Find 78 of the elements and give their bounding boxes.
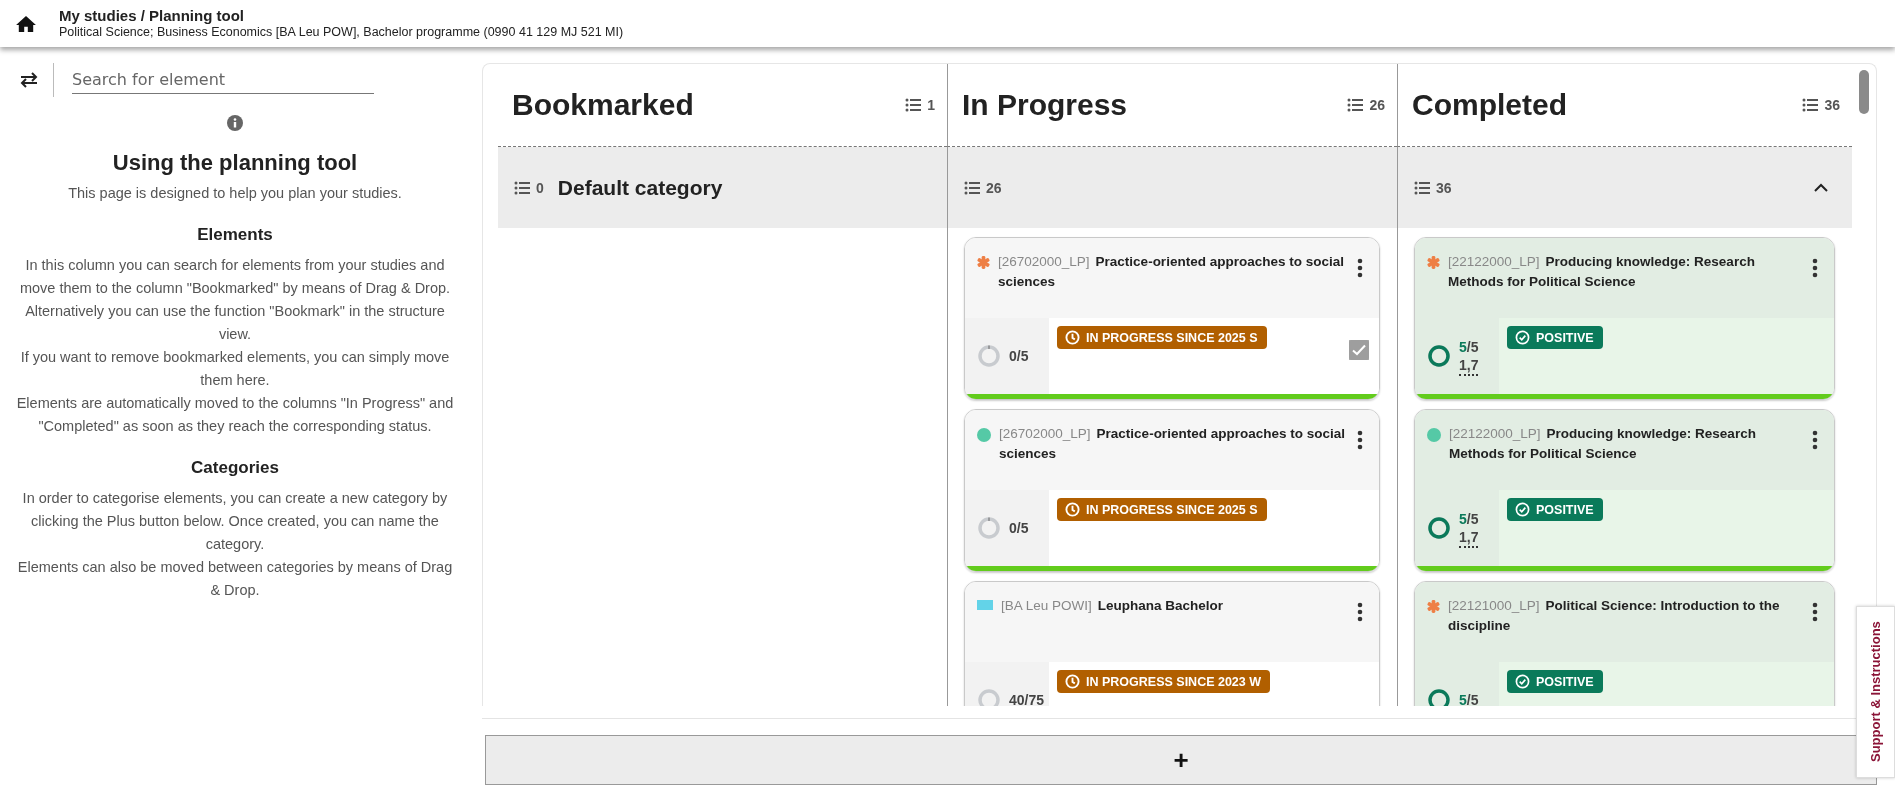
- swap-icon[interactable]: [20, 72, 38, 88]
- credits: 0/5: [1009, 520, 1029, 536]
- item-count: 0: [536, 179, 544, 196]
- section-heading: Elements: [197, 224, 273, 246]
- module-title: [26702000_LP] Practice-oriented approaches to social sciences: [999, 425, 1346, 463]
- column-title: Bookmarked: [512, 88, 694, 122]
- check-circle-icon: [1515, 502, 1530, 517]
- credits: 5/5: [1459, 338, 1479, 355]
- status-badge: IN PROGRESS SINCE 2023 W: [1057, 670, 1271, 693]
- status-badge: POSITIVE: [1507, 498, 1603, 521]
- progress-ring: [977, 344, 1001, 368]
- page-subtitle: Political Science; Business Economics [BA Leu POW], Bachelor programme (0990 41 129 MJ 521 MI): [59, 24, 624, 40]
- help-heading: Using the planning tool: [112, 151, 358, 174]
- dot-icon: [977, 428, 991, 442]
- credits: 40/75: [1009, 692, 1045, 706]
- clock-icon: [1065, 674, 1080, 689]
- module-title: [22122000_LP] Producing knowledge: Research Methods for Political Science: [1448, 253, 1756, 291]
- module-title: [26702000_LP] Practice-oriented approaches to social sciences: [998, 253, 1345, 291]
- dot-icon: [1427, 428, 1441, 442]
- list-icon: [514, 180, 530, 195]
- asterisk-icon: [1427, 256, 1440, 269]
- chevron-up-icon[interactable]: [1814, 183, 1828, 192]
- help-text: Elements are automatically moved to the columns "In Progress" and "Completed" as soon as they reach the corresponding status.: [15, 394, 455, 436]
- section-heading: Categories: [191, 457, 279, 479]
- progress-ring: [1427, 688, 1451, 706]
- more-icon[interactable]: [1357, 258, 1363, 278]
- item-count: 1: [927, 97, 935, 113]
- item-count: 26: [1369, 97, 1385, 113]
- more-icon[interactable]: [1812, 258, 1818, 278]
- help-text: Elements can also be moved between categories by means of Drag & Drop.: [16, 558, 454, 600]
- list-icon: [1347, 98, 1364, 112]
- status-badge: IN PROGRESS SINCE 2025 S: [1057, 498, 1267, 521]
- help-text: In this column you can search for elements from your studies and move them to the column "Bookmarked" by means of Drag & Drop. Alternatively you can use the function "Bookmark" in the structure view.: [18, 256, 452, 344]
- credits: 5/5: [1459, 510, 1479, 527]
- home-icon[interactable]: [15, 14, 37, 33]
- help-text: This page is designed to help you plan your studies.: [68, 184, 402, 203]
- status-badge: POSITIVE: [1507, 326, 1603, 349]
- item-count: 36: [1824, 97, 1840, 113]
- scrollbar-thumb[interactable]: [1859, 70, 1869, 114]
- module-title: [BA Leu POWI] Leuphana Bachelor: [1001, 597, 1225, 615]
- flag-icon: [977, 600, 993, 610]
- progress-ring: [1427, 516, 1451, 540]
- item-count: 36: [1436, 179, 1452, 196]
- more-icon[interactable]: [1812, 602, 1818, 622]
- support-tab[interactable]: Support & Instructions: [1856, 606, 1895, 778]
- more-icon[interactable]: [1812, 430, 1818, 450]
- credits: 0/5: [1009, 348, 1029, 364]
- item-count: 26: [986, 179, 1002, 196]
- grade: 1,7: [1459, 528, 1479, 548]
- module-title: [22121000_LP] Political Science: Introduction to the discipline: [1448, 597, 1781, 635]
- more-icon[interactable]: [1357, 602, 1363, 622]
- info-icon: [227, 115, 243, 131]
- check-circle-icon: [1515, 330, 1530, 345]
- help-text: If you want to remove bookmarked elements, you can simply move them here.: [19, 348, 451, 390]
- help-text: In order to categorise elements, you can create a new category by clicking the Plus button below. Once created, you can name the category.: [21, 489, 449, 554]
- grade: 1,7: [1459, 356, 1479, 376]
- progress-ring: [1427, 344, 1451, 368]
- page-title: My studies / Planning tool: [59, 7, 245, 24]
- list-icon: [964, 180, 980, 195]
- category-name: Default category: [557, 175, 723, 200]
- credits: 5/5: [1459, 692, 1479, 706]
- list-icon: [1802, 98, 1819, 112]
- progress-ring: [977, 516, 1001, 540]
- status-badge: POSITIVE: [1507, 670, 1603, 693]
- asterisk-icon: [1427, 600, 1440, 613]
- list-icon: [1414, 180, 1430, 195]
- check-circle-icon: [1515, 674, 1530, 689]
- more-icon[interactable]: [1357, 430, 1363, 450]
- column-title: Completed: [1412, 88, 1567, 122]
- progress-ring: [977, 688, 1001, 706]
- list-icon: [905, 98, 922, 112]
- checkbox[interactable]: [1349, 340, 1369, 360]
- clock-icon: [1065, 330, 1080, 345]
- column-title: In Progress: [962, 88, 1128, 122]
- module-title: [22122000_LP] Producing knowledge: Research Methods for Political Science: [1449, 425, 1757, 463]
- status-badge: IN PROGRESS SINCE 2025 S: [1057, 326, 1267, 349]
- asterisk-icon: [977, 256, 990, 269]
- clock-icon: [1065, 502, 1080, 517]
